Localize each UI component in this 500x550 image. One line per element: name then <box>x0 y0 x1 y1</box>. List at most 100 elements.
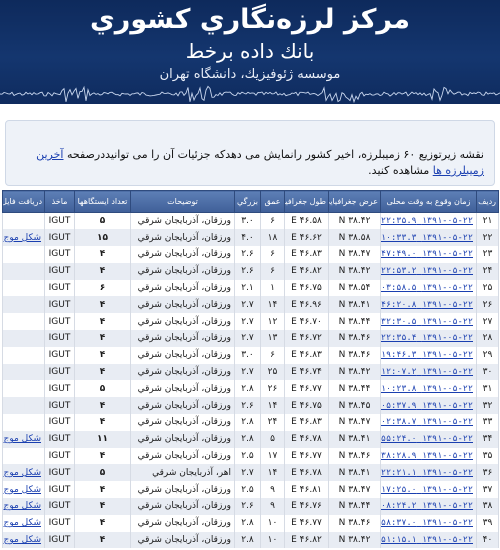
event-detail-link[interactable]: ۱۳۹۱-۰۵-۲۲ ۰۹:۰۲:۳۸.۷ <box>382 417 474 427</box>
table-row: ۴۰۱۳۹۱-۰۵-۲۲ ۰۷:۵۱:۱۵.۱۳۸.۴۲ N۴۶.۸۲ E۱۰۲… <box>2 531 499 549</box>
magnitude-cell: ۳.۰ <box>234 212 261 230</box>
magnitude-cell: ۲.۷ <box>234 296 261 314</box>
waveform-link[interactable]: شکل موج <box>4 501 41 511</box>
event-detail-link[interactable]: ۱۳۹۱-۰۵-۲۲ ۱۰:۲۲:۵۳.۲ <box>382 266 474 276</box>
table-row: ۳۰۱۳۹۱-۰۵-۲۲ ۰۹:۱۲:۰۷.۲۳۸.۴۲ N۴۶.۷۴ E۲۵۲… <box>2 363 499 381</box>
waveform-link-cell <box>2 397 45 415</box>
magnitude-cell: ۲.۷ <box>234 464 261 482</box>
waveform-link-cell <box>2 330 45 347</box>
waveform-link[interactable]: شکل موج <box>4 434 41 444</box>
col-depth-header[interactable]: عمق <box>260 190 285 213</box>
event-detail-link[interactable]: ۱۳۹۱-۰۵-۲۲ ۱۰:۴۷:۴۹.۰ <box>382 249 474 259</box>
event-detail-link[interactable]: ۱۳۹۱-۰۵-۲۲ ۰۸:۲۲:۲۱.۱ <box>382 468 474 478</box>
event-detail-link[interactable]: ۱۳۹۱-۰۵-۲۲ ۱۰:۰۳:۵۸.۵ <box>382 283 474 293</box>
event-detail-link[interactable]: ۱۳۹۱-۰۵-۲۲ ۰۹:۰۵:۳۷.۹ <box>382 401 474 411</box>
col-latitude-header[interactable]: عرض جغرافيايي <box>328 190 381 213</box>
row-number-cell: ۳۵ <box>476 447 499 465</box>
event-time-cell: ۱۳۹۱-۰۵-۲۲ ۰۸:۵۵:۲۴.۰ <box>380 430 477 448</box>
waveform-link[interactable]: شکل موج <box>4 233 41 243</box>
waveform-link-cell: شکل موج <box>2 531 45 549</box>
col-description-header[interactable]: توضيحات <box>130 190 235 213</box>
station-count-cell: ۵ <box>74 212 131 230</box>
event-time-cell: ۱۳۹۱-۰۵-۲۲ ۰۸:۰۸:۲۴.۲ <box>380 498 477 515</box>
event-detail-link[interactable]: ۱۳۹۱-۰۵-۲۲ ۱۱:۱۰:۳۳.۳ <box>382 233 474 243</box>
station-count-cell: ۶ <box>74 279 131 297</box>
event-detail-link[interactable]: ۱۳۹۱-۰۵-۲۲ ۰۹:۱۰:۲۳.۸ <box>382 384 474 394</box>
latitude-cell: ۳۸.۴۲ N <box>328 363 381 381</box>
col-magnitude-header[interactable]: بزرگي <box>234 190 261 213</box>
latitude-cell: ۳۸.۴۱ N <box>328 464 381 482</box>
source-cell: IGUT <box>44 464 75 482</box>
waveform-link[interactable]: شکل موج <box>4 535 41 545</box>
magnitude-cell: ۲.۷ <box>234 330 261 347</box>
event-detail-link[interactable]: ۱۳۹۱-۰۵-۲۲ ۰۹:۲۲:۳۵.۴ <box>382 333 474 343</box>
event-time-cell: ۱۳۹۱-۰۵-۲۲ ۰۹:۱۰:۲۳.۸ <box>380 380 477 398</box>
waveform-link[interactable]: شکل موج <box>4 518 41 528</box>
row-number-cell: ۲۱ <box>476 212 499 230</box>
description-cell: ورزقان، آذربايجان شرقي <box>130 514 235 532</box>
event-detail-link[interactable]: ۱۳۹۱-۰۵-۲۲ ۰۹:۴۶:۲۰.۸ <box>382 300 474 310</box>
magnitude-cell: ۲.۵ <box>234 447 261 465</box>
event-detail-link[interactable]: ۱۳۹۱-۰۵-۲۲ ۰۷:۵۱:۱۵.۱ <box>382 535 474 545</box>
magnitude-cell: ۲.۸ <box>234 380 261 398</box>
col-row-number-header[interactable]: رديف <box>476 190 499 213</box>
waveform-link[interactable]: شکل موج <box>4 468 41 478</box>
col-stations-header[interactable]: تعداد ايستگاهها <box>74 190 131 213</box>
longitude-cell: ۴۶.۶۲ E <box>284 229 329 247</box>
notice-text: نقشه زیرتوزیع ۶۰ زمیبلرزه، اخیر کشور ران… <box>63 148 484 161</box>
longitude-cell: ۴۶.۷۸ E <box>284 430 329 448</box>
waveform-link-cell <box>2 447 45 465</box>
event-detail-link[interactable]: ۱۳۹۱-۰۵-۲۲ ۰۸:۰۸:۲۴.۲ <box>382 501 474 511</box>
event-detail-link[interactable]: ۱۳۹۱-۰۵-۲۲ ۰۸:۳۸:۲۸.۹ <box>382 451 474 461</box>
source-cell: IGUT <box>44 414 75 431</box>
notice-box: نقشه زیرتوزیع ۶۰ زمیبلرزه، اخیر کشور ران… <box>5 120 495 186</box>
waveform-link[interactable]: شکل موج <box>4 485 41 495</box>
source-cell: IGUT <box>44 262 75 280</box>
station-count-cell: ۴ <box>74 246 131 263</box>
event-detail-link[interactable]: ۱۳۹۱-۰۵-۲۲ ۰۹:۱۲:۰۷.۲ <box>382 367 474 377</box>
magnitude-cell: ۲.۸ <box>234 414 261 431</box>
magnitude-cell: ۲.۷ <box>234 313 261 331</box>
latitude-cell: ۳۸.۴۱ N <box>328 430 381 448</box>
event-time-cell: ۱۳۹۱-۰۵-۲۲ ۰۷:۵۱:۱۵.۱ <box>380 531 477 549</box>
waveform-link-cell <box>2 414 45 431</box>
source-cell: IGUT <box>44 447 75 465</box>
depth-cell: ۶ <box>260 262 285 280</box>
table-row: ۳۵۱۳۹۱-۰۵-۲۲ ۰۸:۳۸:۲۸.۹۳۸.۴۶ N۴۶.۷۷ E۱۷۲… <box>2 447 499 465</box>
table-row: ۳۱۱۳۹۱-۰۵-۲۲ ۰۹:۱۰:۲۳.۸۳۸.۴۴ N۴۶.۷۷ E۲۶۲… <box>2 380 499 398</box>
event-detail-link[interactable]: ۱۳۹۱-۰۵-۲۲ ۰۷:۵۸:۳۷.۰ <box>382 518 474 528</box>
institute-name: موسسه ژئوفيزيك، دانشگاه تهران <box>159 67 341 82</box>
longitude-cell: ۴۶.۷۴ E <box>284 363 329 381</box>
waveform-link-cell: شکل موج <box>2 229 45 247</box>
station-count-cell: ۴ <box>74 262 131 280</box>
table-row: ۳۷۱۳۹۱-۰۵-۲۲ ۰۸:۱۷:۲۵.۰۳۸.۴۷ N۴۶.۸۱ E۹۲.… <box>2 481 499 499</box>
page-subtitle: بانك داده برخط <box>185 39 315 63</box>
station-count-cell: ۴ <box>74 498 131 515</box>
description-cell: ورزقان، آذربايجان شرقي <box>130 430 235 448</box>
event-detail-link[interactable]: ۱۳۹۱-۰۵-۲۲ ۰۹:۳۲:۳۰.۵ <box>382 317 474 327</box>
event-detail-link[interactable]: ۱۳۹۱-۰۵-۲۲ ۰۸:۱۷:۲۵.۰ <box>382 485 474 495</box>
event-time-cell: ۱۳۹۱-۰۵-۲۲ ۰۹:۱۹:۴۶.۳ <box>380 346 477 364</box>
description-cell: ورزقان، آذربايجان شرقي <box>130 414 235 431</box>
table-row: ۳۶۱۳۹۱-۰۵-۲۲ ۰۸:۲۲:۲۱.۱۳۸.۴۱ N۴۶.۷۸ E۱۴۲… <box>2 464 499 482</box>
latitude-cell: ۳۸.۴۵ N <box>328 397 381 415</box>
event-detail-link[interactable]: ۱۳۹۱-۰۵-۲۲ ۰۸:۵۵:۲۴.۰ <box>382 434 474 444</box>
magnitude-cell: ۲.۱ <box>234 279 261 297</box>
depth-cell: ۲۶ <box>260 380 285 398</box>
col-download-header[interactable]: دريافت فايل <box>2 190 45 213</box>
col-source-header[interactable]: ماخذ <box>44 190 75 213</box>
waveform-link-cell: شکل موج <box>2 514 45 532</box>
col-longitude-header[interactable]: طول جغرافيايي <box>284 190 329 213</box>
table-row: ۲۳۱۳۹۱-۰۵-۲۲ ۱۰:۴۷:۴۹.۰۳۸.۴۷ N۴۶.۸۳ E۶۲.… <box>2 246 499 263</box>
description-cell: ورزقان، آذربايجان شرقي <box>130 346 235 364</box>
magnitude-cell: ۲.۸ <box>234 430 261 448</box>
col-time-header[interactable]: زمان وقوع به وقت محلی <box>380 190 477 213</box>
event-detail-link[interactable]: ۱۳۹۱-۰۵-۲۲ ۱۷:۲۲:۳۵.۹ <box>382 216 474 226</box>
longitude-cell: ۴۶.۸۳ E <box>284 346 329 364</box>
station-count-cell: ۴ <box>74 414 131 431</box>
depth-cell: ۱۷ <box>260 447 285 465</box>
event-detail-link[interactable]: ۱۳۹۱-۰۵-۲۲ ۰۹:۱۹:۴۶.۳ <box>382 350 474 360</box>
waveform-link-cell: شکل موج <box>2 430 45 448</box>
magnitude-cell: ۲.۶ <box>234 262 261 280</box>
header-spacer <box>0 104 500 118</box>
